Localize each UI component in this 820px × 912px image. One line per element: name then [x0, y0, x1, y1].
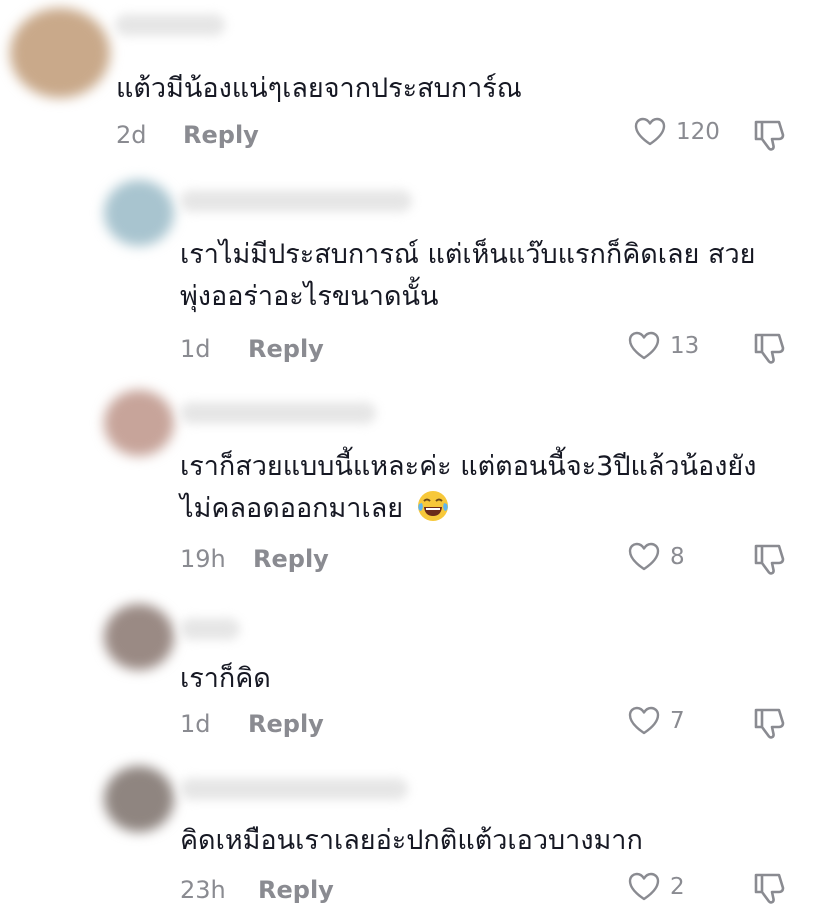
- avatar[interactable]: [104, 766, 174, 832]
- comment-text: แต้วมีน้องแน่ๆเลยจากประสบการ์ณ: [116, 73, 522, 104]
- avatar[interactable]: [10, 8, 110, 98]
- like-count: 8: [670, 544, 685, 570]
- comment-time: 1d: [180, 335, 211, 363]
- username-blurred[interactable]: [115, 14, 225, 36]
- username-blurred[interactable]: [180, 618, 240, 640]
- comment-time: 19h: [180, 545, 226, 573]
- reply-button[interactable]: Reply: [258, 876, 334, 904]
- like-button[interactable]: 2: [628, 872, 685, 902]
- thumbs-down-outline-icon[interactable]: [752, 870, 788, 906]
- comment-item: เราก็สวยแบบนี้แหละค่ะ แต่ตอนนี้จะ3ปีแล้ว…: [0, 370, 820, 588]
- comment-time: 23h: [180, 876, 226, 904]
- like-count: 120: [676, 119, 720, 145]
- heart-outline-icon: [628, 331, 660, 360]
- reply-button[interactable]: Reply: [248, 335, 324, 363]
- comment-text: เราก็คิด: [180, 663, 271, 694]
- heart-outline-icon: [628, 542, 660, 571]
- heart-outline-icon: [628, 872, 660, 901]
- comment-text: เราไม่มีประสบการณ์ แต่เห็นแว๊บแรกก็คิดเล…: [180, 239, 756, 312]
- avatar[interactable]: [104, 390, 174, 456]
- reply-button[interactable]: Reply: [253, 545, 329, 573]
- like-button[interactable]: 13: [628, 331, 699, 361]
- avatar[interactable]: [104, 604, 174, 670]
- comment-text: เราก็สวยแบบนี้แหละค่ะ แต่ตอนนี้จะ3ปีแล้ว…: [180, 451, 757, 524]
- face-with-tears-of-joy-icon: [417, 491, 448, 521]
- reply-button[interactable]: Reply: [183, 121, 259, 149]
- comment-item: เราไม่มีประสบการณ์ แต่เห็นแว๊บแรกก็คิดเล…: [0, 160, 820, 370]
- heart-outline-icon: [634, 117, 666, 146]
- like-count: 7: [670, 708, 685, 734]
- avatar[interactable]: [104, 180, 174, 246]
- like-button[interactable]: 120: [634, 117, 720, 147]
- thumbs-down-outline-icon[interactable]: [752, 330, 788, 366]
- username-blurred[interactable]: [180, 778, 408, 800]
- thumbs-down-outline-icon[interactable]: [752, 117, 788, 153]
- thumbs-down-outline-icon[interactable]: [752, 541, 788, 577]
- reply-button[interactable]: Reply: [248, 710, 324, 738]
- comment-item: แต้วมีน้องแน่ๆเลยจากประสบการ์ณ 2d Reply …: [0, 0, 820, 160]
- comment-text: คิดเหมือนเราเลยอ่ะปกติแต้วเอวบางมาก: [180, 825, 643, 856]
- like-button[interactable]: 7: [628, 706, 685, 736]
- comment-time: 1d: [180, 710, 211, 738]
- comment-time: 2d: [116, 121, 147, 149]
- username-blurred[interactable]: [180, 190, 412, 212]
- like-count: 13: [670, 333, 700, 359]
- like-count: 2: [670, 874, 685, 900]
- like-button[interactable]: 8: [628, 542, 685, 572]
- comment-item: เราก็คิด 1d Reply 7: [0, 588, 820, 748]
- thumbs-down-outline-icon[interactable]: [752, 705, 788, 741]
- comment-item: คิดเหมือนเราเลยอ่ะปกติแต้วเอวบางมาก 23h …: [0, 748, 820, 912]
- username-blurred[interactable]: [180, 402, 376, 424]
- heart-outline-icon: [628, 706, 660, 735]
